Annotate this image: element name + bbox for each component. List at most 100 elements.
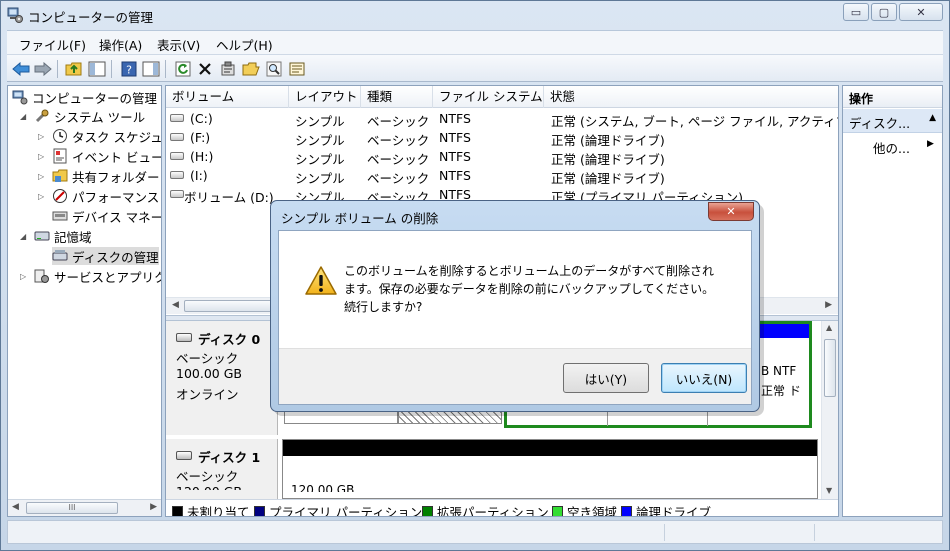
disk-type: ベーシック: [176, 351, 239, 366]
tree-item-shared-folders[interactable]: ▷ 共有フォルダー: [38, 167, 160, 185]
volume-fs: NTFS: [439, 130, 471, 145]
column-header-status[interactable]: 状態: [544, 86, 838, 108]
disk-state: オンライン: [176, 387, 239, 402]
menu-file[interactable]: ファイル(F): [19, 35, 86, 54]
refresh-button[interactable]: [173, 59, 193, 79]
shared-folder-icon: [52, 169, 68, 182]
back-button[interactable]: [11, 59, 31, 79]
close-button[interactable]: ✕: [899, 3, 943, 21]
drive-icon: [170, 190, 184, 198]
close-icon: ✕: [726, 205, 736, 218]
property-sheet-icon: [289, 62, 305, 76]
window-controls: ▭ ▢ ✕: [841, 3, 943, 21]
expand-arrow-icon[interactable]: ▷: [38, 152, 48, 161]
scroll-down-arrow-icon[interactable]: ▼: [826, 486, 832, 495]
disk-icon: [176, 451, 192, 460]
folder-up-icon: [65, 62, 82, 76]
minimize-button[interactable]: ▭: [843, 3, 869, 21]
tree-item-device-manager[interactable]: デバイス マネー: [52, 207, 162, 225]
tree-label: デバイス マネー: [72, 209, 162, 225]
tree-label: 共有フォルダー: [72, 169, 160, 185]
column-header-volume[interactable]: ボリューム: [166, 86, 289, 108]
warning-icon: [305, 266, 337, 295]
scroll-left-arrow-icon[interactable]: ◀: [172, 300, 179, 310]
title-bar: コンピューターの管理 ▭ ▢ ✕: [1, 1, 949, 29]
toolbar-separator: [165, 60, 166, 78]
volume-row[interactable]: (C:) シンプル ベーシック NTFS 正常 (システム, ブート, ページ …: [166, 109, 838, 129]
scroll-right-arrow-icon[interactable]: ▶: [150, 502, 157, 512]
tree-item-root[interactable]: コンピューターの管理: [12, 88, 157, 106]
actions-disk-management-group[interactable]: ディスク... ▲: [843, 109, 942, 133]
help-icon: ?: [121, 61, 137, 77]
scroll-right-arrow-icon[interactable]: ▶: [825, 300, 832, 310]
dialog-button-area: はい(Y) いいえ(N): [279, 348, 751, 404]
volume-row[interactable]: (F:) シンプル ベーシック NTFS 正常 (論理ドライブ): [166, 128, 838, 148]
column-header-type[interactable]: 種類: [361, 86, 433, 108]
up-button[interactable]: [64, 59, 84, 79]
scroll-left-arrow-icon[interactable]: ◀: [12, 502, 19, 512]
dialog-message-line: このボリュームを削除するとボリューム上のデータがすべて削除され: [344, 264, 714, 278]
search-button[interactable]: [264, 59, 284, 79]
disk-label-1[interactable]: ディスク 1 ベーシック 120.00 GB: [166, 439, 278, 499]
menu-help[interactable]: ヘルプ(H): [216, 35, 273, 54]
collapse-up-icon[interactable]: ▲: [929, 113, 936, 123]
legend-extended: 拡張パーティション: [422, 502, 549, 516]
delete-button[interactable]: [195, 59, 215, 79]
disk-size: 120.00 GB: [176, 484, 242, 499]
tree-item-event-viewer[interactable]: ▷ イベント ビュー: [38, 147, 161, 165]
legend-unallocated: 未割り当て: [172, 502, 250, 516]
show-hide-action-pane-button[interactable]: [141, 59, 161, 79]
tree-item-task-scheduler[interactable]: ▷ タスク スケジュ: [38, 127, 161, 145]
volume-name: ボリューム (D:): [184, 190, 274, 205]
menu-view[interactable]: 表示(V): [157, 35, 200, 54]
volume-row[interactable]: (H:) シンプル ベーシック NTFS 正常 (論理ドライブ): [166, 147, 838, 167]
tree-horizontal-scrollbar[interactable]: ◀ III ▶: [8, 499, 161, 516]
toolbar-separator: [57, 60, 58, 78]
actions-header: 操作: [843, 86, 942, 108]
computer-management-icon: [7, 7, 23, 23]
dialog-close-button[interactable]: ✕: [708, 202, 754, 221]
expand-arrow-icon[interactable]: ▷: [38, 172, 48, 181]
scroll-thumb[interactable]: [824, 339, 836, 397]
properties-sheet-button[interactable]: [287, 59, 307, 79]
menu-action[interactable]: 操作(A): [99, 35, 142, 54]
maximize-button[interactable]: ▢: [871, 3, 897, 21]
open-button[interactable]: [241, 59, 261, 79]
expand-arrow-icon[interactable]: ▷: [38, 132, 48, 141]
no-button[interactable]: いいえ(N): [661, 363, 747, 393]
tree-item-performance[interactable]: ▷ パフォーマンス: [38, 187, 159, 205]
tree-label: サービスとアプリク: [54, 269, 162, 285]
tree-item-services[interactable]: ▷ サービスとアプリク: [20, 267, 162, 285]
services-icon: [34, 269, 49, 283]
scroll-up-arrow-icon[interactable]: ▲: [826, 323, 832, 332]
drive-icon: [170, 171, 184, 179]
tree-item-disk-management[interactable]: ディスクの管理: [52, 247, 159, 265]
tree-label: 記憶域: [54, 229, 92, 245]
column-header-layout[interactable]: レイアウト: [289, 86, 361, 108]
volume-row[interactable]: (I:) シンプル ベーシック NTFS 正常 (論理ドライブ): [166, 166, 838, 186]
collapse-arrow-icon[interactable]: ◢: [20, 232, 30, 241]
legend-primary: プライマリ パーティション: [254, 502, 422, 516]
graph-vertical-scrollbar[interactable]: ▲ ▼: [821, 321, 838, 499]
device-manager-icon: [52, 211, 68, 221]
tree-label: システム ツール: [54, 109, 146, 125]
tree-item-storage[interactable]: ◢ 記憶域: [20, 227, 92, 245]
dialog-body: このボリュームを削除するとボリューム上のデータがすべて削除され ます。保存の必要…: [278, 230, 752, 405]
actions-more-item[interactable]: 他の...: [873, 138, 910, 157]
expand-arrow-icon[interactable]: ▷: [38, 192, 48, 201]
tree-item-system-tools[interactable]: ◢ システム ツール: [20, 107, 145, 125]
column-header-filesystem[interactable]: ファイル システム: [433, 86, 544, 108]
expand-arrow-icon[interactable]: ▷: [20, 272, 30, 281]
partition-unallocated[interactable]: 120.00 GB: [282, 439, 818, 499]
forward-button[interactable]: [33, 59, 53, 79]
yes-button[interactable]: はい(Y): [563, 363, 649, 393]
disk-label-0[interactable]: ディスク 0 ベーシック 100.00 GB オンライン: [166, 321, 278, 435]
toolbar-separator: [111, 60, 112, 78]
scroll-thumb[interactable]: III: [26, 502, 118, 514]
storage-icon: [34, 231, 50, 241]
column-header-row: ボリューム レイアウト 種類 ファイル システム 状態: [166, 86, 838, 108]
help-button[interactable]: ?: [119, 59, 139, 79]
show-hide-tree-button[interactable]: [87, 59, 107, 79]
collapse-arrow-icon[interactable]: ◢: [20, 112, 30, 121]
properties-button[interactable]: [218, 59, 238, 79]
